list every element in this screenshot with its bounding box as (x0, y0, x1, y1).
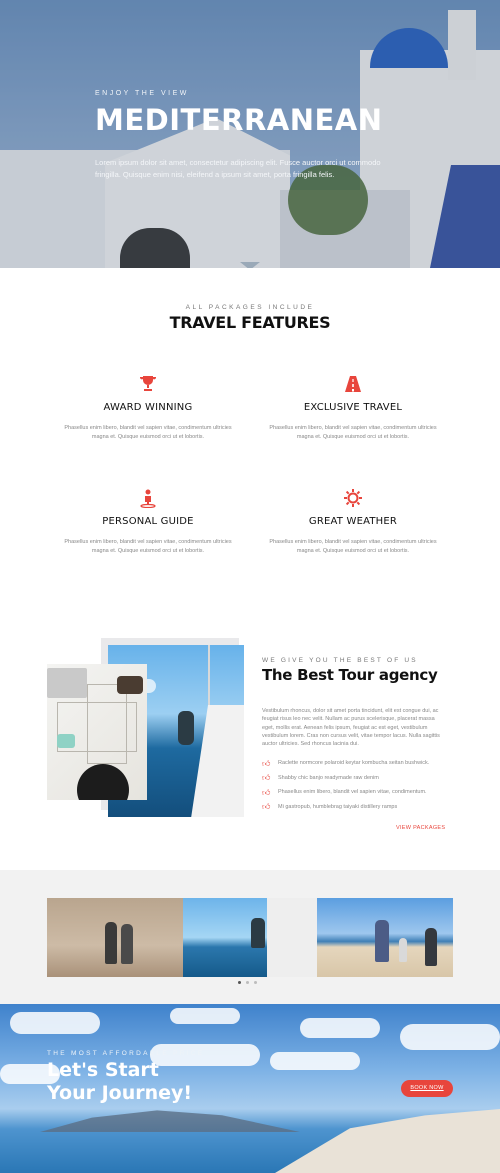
agency-eyebrow: WE GIVE YOU THE BEST OF US (262, 657, 418, 664)
section-notch (240, 262, 260, 268)
feature-title: PERSONAL GUIDE (102, 516, 194, 527)
traveler-figure (178, 711, 194, 745)
feature-personal-guide: PERSONAL GUIDE Phasellus enim libero, bl… (63, 488, 233, 555)
thumbs-up-icon: 👍︎ (262, 773, 271, 783)
location-person-icon (138, 488, 158, 509)
thumbs-up-icon: 👍︎ (262, 758, 271, 768)
list-item: 👍︎ Raclette normcore polaroid keytar komb… (262, 758, 430, 768)
laptop (47, 668, 87, 698)
cta-eyebrow: THE MOST AFFORDABLE PRICE (47, 1050, 205, 1057)
camera (117, 676, 143, 694)
agency-list: 👍︎ Raclette normcore polaroid keytar komb… (262, 756, 462, 814)
thumbs-up-icon: 👍︎ (262, 802, 271, 812)
gallery-image-beach-family[interactable] (317, 898, 453, 977)
hero-title: MEDITERRANEAN (95, 103, 383, 137)
mint-camera (57, 734, 75, 748)
gallery-pagination (238, 981, 257, 984)
island-silhouette (40, 1110, 300, 1132)
feature-great-weather: GREAT WEATHER Phasellus enim libero, bla… (268, 488, 438, 555)
feature-title: EXCLUSIVE TRAVEL (303, 402, 403, 413)
feature-text: Phasellus enim libero, blandit vel sapie… (64, 539, 232, 554)
feature-award-winning: AWARD WINNING Phasellus enim libero, bla… (63, 374, 233, 441)
features-eyebrow: ALL PACKAGES INCLUDE (185, 304, 315, 311)
feature-exclusive-travel: EXCLUSIVE TRAVEL Phasellus enim libero, … (268, 374, 438, 441)
feature-title: GREAT WEATHER (308, 516, 398, 527)
thumbs-up-icon: 👍︎ (262, 787, 271, 797)
hero-eyebrow: ENJOY THE VIEW (95, 90, 189, 97)
gallery-image-sailing[interactable] (183, 898, 317, 977)
santorini-town (275, 1109, 500, 1173)
list-item: 👍︎ Mi gastropub, humblebrag taiyaki disti… (262, 802, 398, 812)
pagination-dot[interactable] (254, 981, 257, 984)
features-title: TRAVEL FEATURES (169, 313, 331, 332)
trophy-icon (138, 374, 158, 394)
feature-text: Phasellus enim libero, blandit vel sapie… (269, 425, 437, 440)
hero-text: Lorem ipsum dolor sit amet, consectetur … (95, 158, 381, 179)
list-item: 👍︎ Phasellus enim libero, blandit vel sap… (262, 787, 427, 797)
list-item: 👍︎ Shabby chic banjo readymade raw denim (262, 773, 379, 783)
vinyl-record (77, 764, 129, 800)
pagination-dot[interactable] (238, 981, 241, 984)
view-packages-link[interactable]: VIEW PACKAGES (396, 825, 445, 831)
cta-title: Let's Start Your Journey! (47, 1059, 193, 1104)
gallery-image-couple[interactable] (47, 898, 183, 977)
feature-text: Phasellus enim libero, blandit vel sapie… (269, 539, 437, 554)
feature-text: Phasellus enim libero, blandit vel sapie… (64, 425, 232, 440)
travel-map-photo (47, 664, 147, 800)
agency-text: Vestibulum rhoncus, dolor sit amet porta… (262, 708, 440, 748)
book-now-button[interactable]: BOOK NOW (401, 1080, 453, 1097)
agency-title: The Best Tour agency (262, 666, 438, 684)
sun-icon (343, 488, 363, 508)
feature-title: AWARD WINNING (103, 402, 193, 413)
pagination-dot[interactable] (246, 981, 249, 984)
road-icon (343, 374, 363, 394)
